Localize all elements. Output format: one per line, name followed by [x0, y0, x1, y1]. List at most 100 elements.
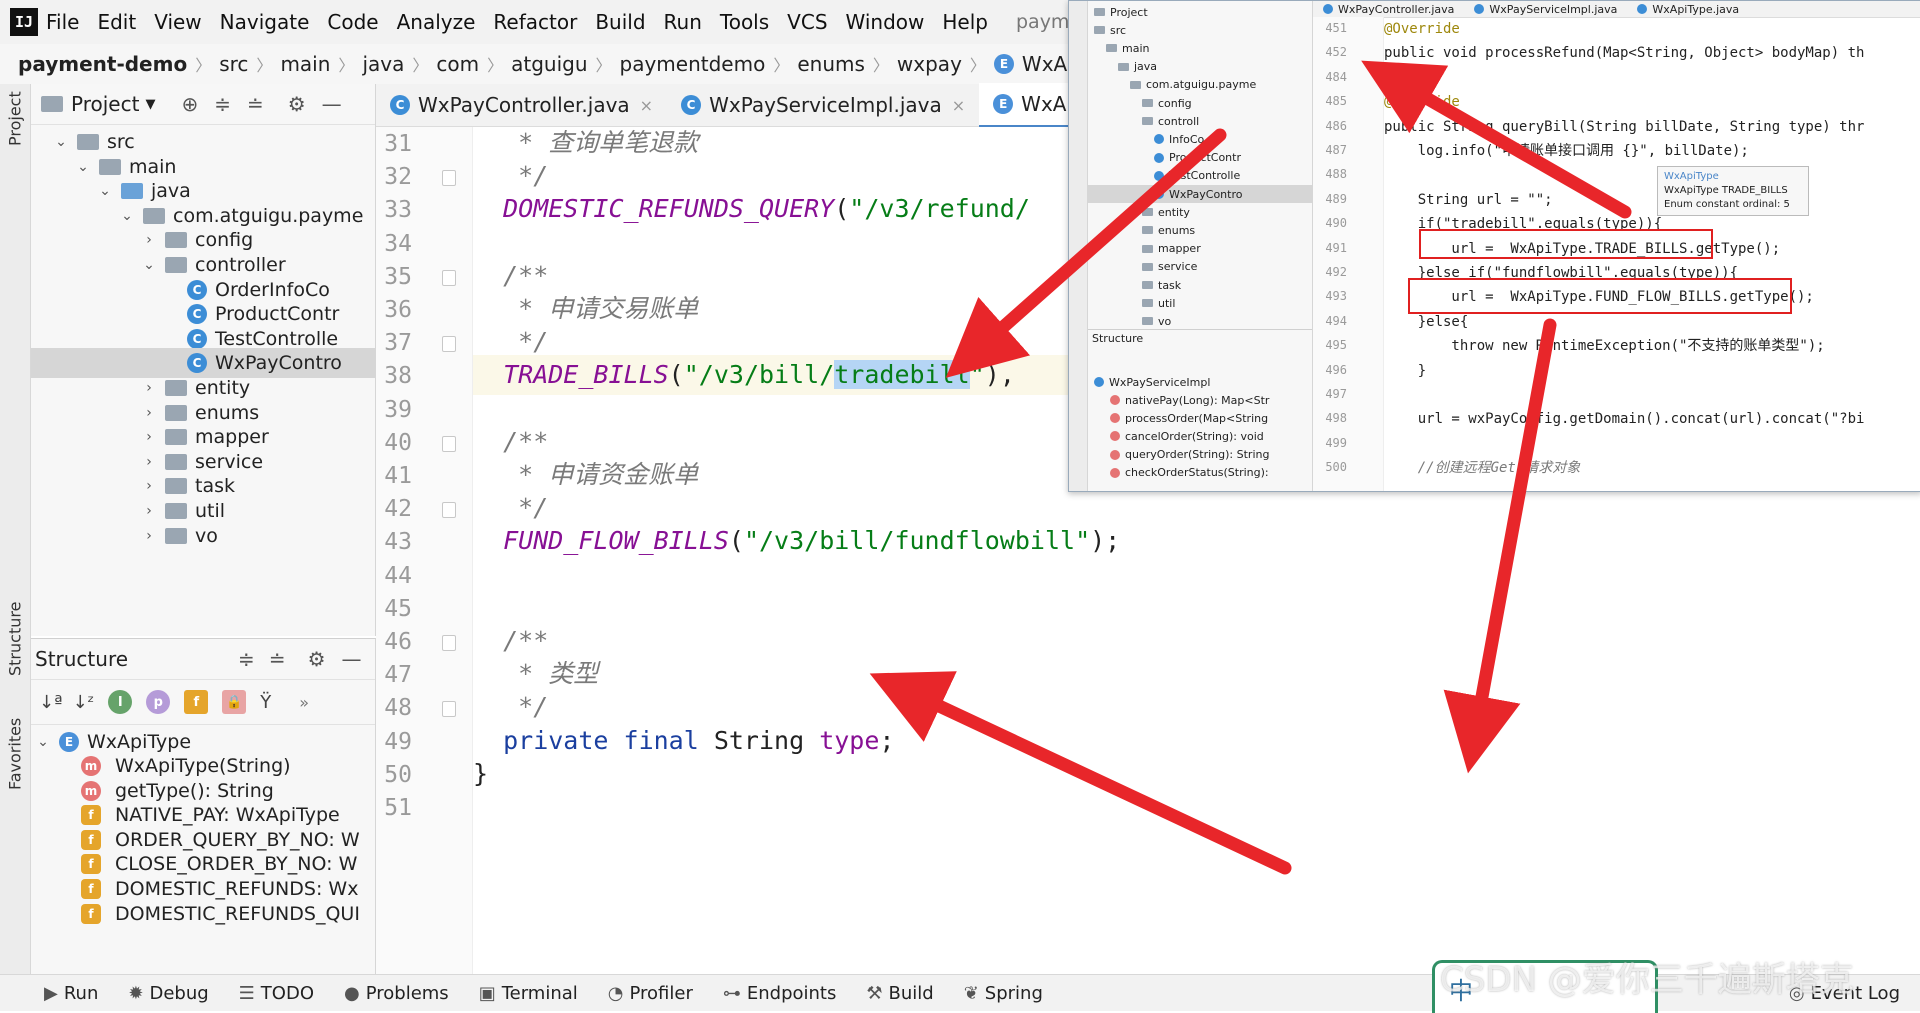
- menu-code[interactable]: Code: [327, 10, 378, 34]
- tool-terminal[interactable]: ▣ Terminal: [479, 983, 578, 1004]
- inset-structure-root-label: WxPayServiceImpl: [1109, 375, 1211, 389]
- folder-icon: [143, 207, 165, 224]
- tool-todo[interactable]: ☰ TODO: [239, 983, 314, 1004]
- breadcrumb-item[interactable]: src: [219, 52, 248, 76]
- tool-spring[interactable]: ❦ Spring: [964, 983, 1043, 1004]
- chevron-right-icon[interactable]: ›: [141, 429, 157, 445]
- expand-all-icon[interactable]: ≑: [238, 647, 255, 671]
- sort-visibility-icon[interactable]: ↓ᶻ: [73, 692, 95, 713]
- breadcrumb-item[interactable]: enums: [797, 52, 865, 76]
- fold-marker-icon[interactable]: [442, 336, 456, 353]
- breadcrumb-separator-icon: 〉: [872, 56, 889, 75]
- menu-refactor[interactable]: Refactor: [493, 10, 577, 34]
- fold-marker-icon[interactable]: [442, 269, 456, 286]
- locate-icon[interactable]: ⊕: [181, 92, 198, 116]
- structure-root-label: WxApiType: [87, 731, 192, 753]
- menu-vcs[interactable]: VCS: [787, 10, 827, 34]
- breadcrumb-item[interactable]: main: [280, 52, 330, 76]
- menu-build[interactable]: Build: [595, 10, 645, 34]
- chevron-right-icon[interactable]: ›: [141, 503, 157, 519]
- tool-build[interactable]: ⚒ Build: [866, 983, 933, 1004]
- menu-tools[interactable]: Tools: [720, 10, 769, 34]
- hide-icon[interactable]: —: [322, 92, 342, 116]
- chevron-right-icon[interactable]: ›: [141, 380, 157, 396]
- tool-problems[interactable]: ● Problems: [344, 983, 449, 1004]
- folder-icon: [165, 527, 187, 544]
- structure-item[interactable]: f DOMESTIC_REFUNDS_QUI: [31, 899, 360, 929]
- close-icon[interactable]: ×: [952, 96, 965, 115]
- collapse-all-icon[interactable]: ≐: [269, 647, 286, 671]
- tool-profiler[interactable]: ◔ Profiler: [608, 983, 693, 1004]
- sort-alpha-icon[interactable]: ↓ª: [39, 692, 63, 713]
- tool-run[interactable]: ▶ Run: [44, 983, 98, 1004]
- chevron-right-icon[interactable]: ›: [141, 405, 157, 421]
- collapse-all-icon[interactable]: ≐: [247, 92, 264, 116]
- menu-analyze[interactable]: Analyze: [397, 10, 476, 34]
- inset-line-number: 488: [1325, 167, 1347, 182]
- chevron-down-icon[interactable]: ⌄: [119, 208, 135, 224]
- gear-icon[interactable]: ⚙: [288, 92, 306, 116]
- chevron-right-icon[interactable]: ›: [141, 478, 157, 494]
- chevron-right-icon[interactable]: ›: [141, 454, 157, 470]
- editor-tab[interactable]: C WxPayServiceImpl.java ×: [667, 84, 979, 126]
- project-panel-title[interactable]: Project: [71, 92, 139, 116]
- tool-debug[interactable]: ✹ Debug: [128, 983, 208, 1004]
- fold-marker-icon[interactable]: [442, 170, 456, 187]
- tree-item[interactable]: › vo: [31, 521, 375, 551]
- project-panel-header: Project ▼ ⊕ ≑ ≐ ⚙ —: [31, 84, 375, 125]
- inset-code-text: }: [1384, 362, 1427, 379]
- chevron-down-icon[interactable]: ⌄: [97, 183, 113, 199]
- gear-icon[interactable]: ⚙: [308, 647, 326, 671]
- non-public-icon[interactable]: 🔒: [222, 690, 247, 714]
- close-icon[interactable]: ×: [640, 96, 653, 115]
- code-line: private final String type;: [473, 721, 894, 761]
- folder-icon: [1142, 317, 1153, 326]
- chevron-right-icon[interactable]: ›: [141, 528, 157, 544]
- menu-edit[interactable]: Edit: [97, 10, 136, 34]
- code-token: tradebill: [834, 360, 970, 390]
- chevron-down-icon[interactable]: ⌄: [35, 734, 51, 750]
- fields-icon[interactable]: f: [184, 690, 209, 714]
- inset-tree-label: Project: [1110, 5, 1148, 19]
- lambda-icon[interactable]: Ÿ: [260, 692, 271, 713]
- breadcrumb-item[interactable]: payment-demo: [18, 52, 187, 76]
- chevron-down-icon[interactable]: ⌄: [75, 159, 91, 175]
- breadcrumb-item[interactable]: wxpay: [897, 52, 962, 76]
- menu-file[interactable]: File: [46, 10, 79, 34]
- fold-marker-icon[interactable]: [442, 701, 456, 718]
- inset-tree-item: mapper: [1088, 240, 1201, 258]
- fold-marker-icon[interactable]: [442, 502, 456, 519]
- breadcrumb-item[interactable]: java: [362, 52, 404, 76]
- more-icon[interactable]: »: [299, 693, 309, 712]
- chevron-down-icon[interactable]: ⌄: [141, 257, 157, 273]
- chevron-down-icon[interactable]: ⌄: [53, 134, 69, 150]
- fold-marker-icon[interactable]: [442, 635, 456, 651]
- tool-endpoints[interactable]: ⊶ Endpoints: [723, 983, 837, 1004]
- menu-navigate[interactable]: Navigate: [220, 10, 310, 34]
- favorites-tool-tab[interactable]: Favorites: [2, 704, 28, 804]
- breadcrumb-item[interactable]: paymentdemo: [620, 52, 766, 76]
- hide-icon[interactable]: —: [342, 647, 362, 671]
- inset-line-number: 485: [1325, 94, 1347, 109]
- menu-help[interactable]: Help: [942, 10, 988, 34]
- breadcrumb-item[interactable]: com: [436, 52, 479, 76]
- folder-icon: [1142, 208, 1153, 217]
- menu-view[interactable]: View: [154, 10, 201, 34]
- breadcrumb-item[interactable]: atguigu: [511, 52, 587, 76]
- code-token: */: [473, 161, 549, 191]
- line-number: 37: [384, 330, 412, 357]
- project-tool-tab[interactable]: Project: [2, 84, 28, 154]
- inherited-icon[interactable]: I: [108, 690, 133, 714]
- editor-tab[interactable]: C WxPayController.java ×: [376, 84, 667, 126]
- chevron-right-icon[interactable]: ›: [141, 232, 157, 248]
- menu-run[interactable]: Run: [664, 10, 702, 34]
- inset-project-panel: Project src main java com.atguigu.payme confi…: [1088, 1, 1313, 491]
- chevron-down-icon[interactable]: ▼: [145, 97, 155, 112]
- class-icon: C: [187, 304, 207, 325]
- inset-structure-item: queryOrder(String): String: [1088, 446, 1269, 464]
- expand-all-icon[interactable]: ≑: [214, 92, 231, 116]
- properties-icon[interactable]: p: [146, 690, 171, 714]
- fold-marker-icon[interactable]: [442, 435, 456, 452]
- menu-window[interactable]: Window: [846, 10, 925, 34]
- structure-tool-tab[interactable]: Structure: [2, 584, 28, 694]
